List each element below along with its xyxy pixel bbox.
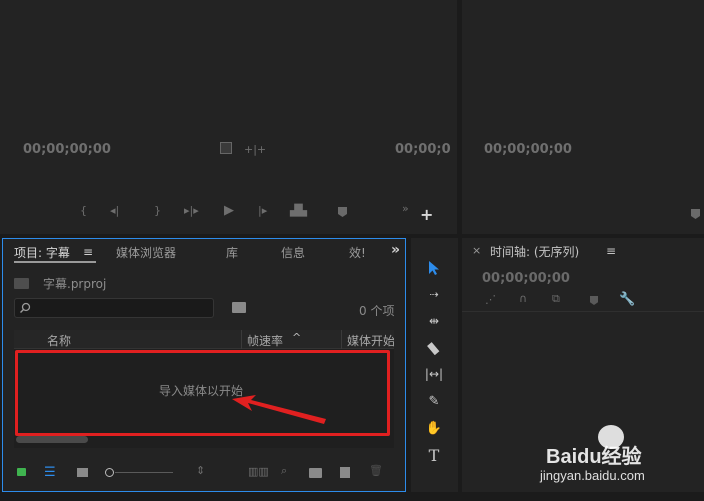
project-file-name: 字幕.prproj [43, 277, 107, 291]
drag-video-icon[interactable] [220, 142, 232, 154]
search-input[interactable] [14, 298, 214, 318]
column-media-start[interactable]: 媒体开始 [347, 332, 394, 349]
timeline-title: 时间轴: (无序列) [490, 245, 580, 259]
lock-icon[interactable] [17, 468, 26, 476]
nest-icon[interactable]: ⋰ [485, 293, 496, 306]
timeline-header-divider [462, 311, 704, 312]
timeline-close-button[interactable]: × [472, 244, 481, 257]
watermark-brand: Baidu经验 [546, 446, 642, 468]
new-search-bin-icon[interactable] [232, 302, 246, 313]
mark-in-icon[interactable]: { [80, 204, 87, 217]
source-timecode-in[interactable]: 00;00;00;00 [23, 142, 111, 157]
razor-tool-icon[interactable] [423, 337, 445, 359]
new-item-icon[interactable] [340, 467, 350, 478]
marker-icon[interactable] [338, 207, 347, 217]
hand-tool-icon[interactable]: ✋ [423, 417, 445, 439]
source-timecode-duration[interactable]: 00;00;0 [395, 142, 451, 157]
watermark-url: jingyan.baidu.com [540, 468, 645, 483]
step-back-icon[interactable]: ◂| [110, 204, 119, 217]
zoom-slider-handle[interactable] [105, 468, 114, 477]
step-forward-icon[interactable]: |▸ [258, 204, 267, 217]
snap-icon[interactable]: ∩ [519, 292, 527, 305]
program-timecode[interactable]: 00;00;00;00 [484, 142, 572, 157]
ripple-edit-tool-icon[interactable]: ⇹ [423, 310, 445, 332]
tab-project[interactable]: 项目: 字幕 [14, 244, 70, 261]
mark-out-icon[interactable]: } [154, 204, 161, 217]
source-monitor: 00;00;00;00 +|+ 00;00;0 { ◂| } ▸|▸ ▶ |▸ … [0, 0, 457, 234]
annotation-arrow [232, 395, 326, 424]
find-icon[interactable]: ⌕ [281, 464, 287, 478]
column-divider [241, 330, 242, 349]
tab-info[interactable]: 信息 [281, 244, 305, 261]
column-name[interactable]: 名称 [47, 332, 71, 349]
tab-media-browser[interactable]: 媒体浏览器 [116, 244, 176, 261]
project-tab-bar: 项目: 字幕 ≡ 媒体浏览器 库 信息 效! » [3, 239, 405, 263]
play-icon[interactable]: ▶ [224, 203, 234, 218]
list-view-icon[interactable]: ☰ [44, 465, 56, 480]
horizontal-scrollbar[interactable] [16, 436, 88, 443]
source-transport-controls: { ◂| } ▸|▸ ▶ |▸ ▟▙ [76, 203, 356, 222]
tab-effects[interactable]: 效! [349, 244, 366, 261]
go-to-in-icon[interactable]: ▸|▸ [184, 204, 199, 217]
timeline-timecode[interactable]: 00;00;00;00 [482, 271, 570, 286]
settings-wrench-icon[interactable]: 🔧 [619, 292, 635, 307]
selection-tool-icon[interactable] [423, 257, 445, 279]
add-button-icon[interactable]: + [420, 205, 433, 224]
tools-panel: ⇢ ⇹ |↔| ✎ ✋ T [411, 238, 458, 492]
program-monitor: 00;00;00;00 [462, 0, 704, 234]
linked-selection-icon[interactable]: ⧉ [552, 292, 560, 306]
baidu-watermark: Baidu经验 jingyan.baidu.com [540, 425, 700, 485]
project-bottom-toolbar: ☰ ⇕ ▥▥ ⌕ 🗑 [3, 463, 405, 485]
program-marker-icon[interactable] [691, 209, 700, 219]
column-divider [341, 330, 342, 349]
tab-libraries[interactable]: 库 [226, 244, 238, 261]
search-icon [20, 302, 31, 313]
insert-icon[interactable]: ▟▙ [290, 204, 307, 217]
active-tab-underline [14, 261, 96, 263]
sort-icon[interactable]: ⇕ [196, 464, 205, 477]
project-folder-icon [14, 278, 29, 289]
drag-audio-icon[interactable]: +|+ [244, 143, 266, 156]
column-frame-rate[interactable]: 帧速率 [247, 332, 283, 349]
type-tool-icon[interactable]: T [423, 444, 445, 466]
panel-menu-icon[interactable]: ≡ [83, 245, 93, 259]
highlight-box [15, 350, 390, 436]
sort-ascending-icon[interactable]: ^ [292, 331, 301, 344]
list-header: 名称 帧速率 ^ 媒体开始 [14, 330, 394, 349]
pen-tool-icon[interactable]: ✎ [423, 390, 445, 412]
automate-sequence-icon[interactable]: ▥▥ [248, 465, 269, 478]
item-count: 0 个项 [359, 304, 395, 318]
zoom-slider-track[interactable] [115, 472, 173, 473]
overflow-icon[interactable]: » [402, 202, 409, 215]
timeline-menu-icon[interactable]: ≡ [606, 244, 616, 258]
track-select-tool-icon[interactable]: ⇢ [423, 283, 445, 305]
trash-icon[interactable]: 🗑 [369, 464, 383, 477]
project-panel: 项目: 字幕 ≡ 媒体浏览器 库 信息 效! » 字幕.prproj 0 个项 … [2, 238, 406, 492]
add-marker-icon[interactable] [590, 296, 598, 305]
tabs-overflow-icon[interactable]: » [391, 242, 400, 258]
new-bin-icon[interactable] [309, 468, 322, 478]
icon-view-icon[interactable] [77, 468, 88, 477]
slip-tool-icon[interactable]: |↔| [423, 363, 445, 385]
